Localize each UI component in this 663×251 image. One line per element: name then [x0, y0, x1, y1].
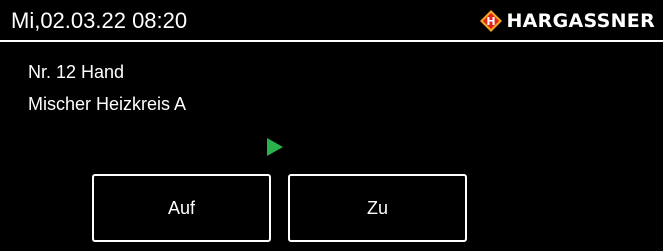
close-button[interactable]: Zu — [288, 174, 467, 242]
program-number: Nr. 12 Hand — [28, 62, 125, 82]
open-button[interactable]: Auf — [92, 174, 271, 242]
header-bar: Mi,02.03.22 08:20 H HARGASSNER — [0, 0, 663, 42]
svg-text:H: H — [487, 15, 496, 28]
brand: H HARGASSNER — [480, 9, 655, 33]
hargassner-logo-icon: H — [480, 10, 503, 32]
close-button-label: Zu — [366, 197, 388, 218]
circuit-name: Mischer Heizkreis A — [28, 94, 187, 114]
play-icon — [267, 138, 283, 156]
datetime: Mi,02.03.22 08:20 — [11, 8, 188, 33]
open-button-label: Auf — [167, 197, 196, 218]
brand-name: HARGASSNER — [506, 10, 655, 32]
